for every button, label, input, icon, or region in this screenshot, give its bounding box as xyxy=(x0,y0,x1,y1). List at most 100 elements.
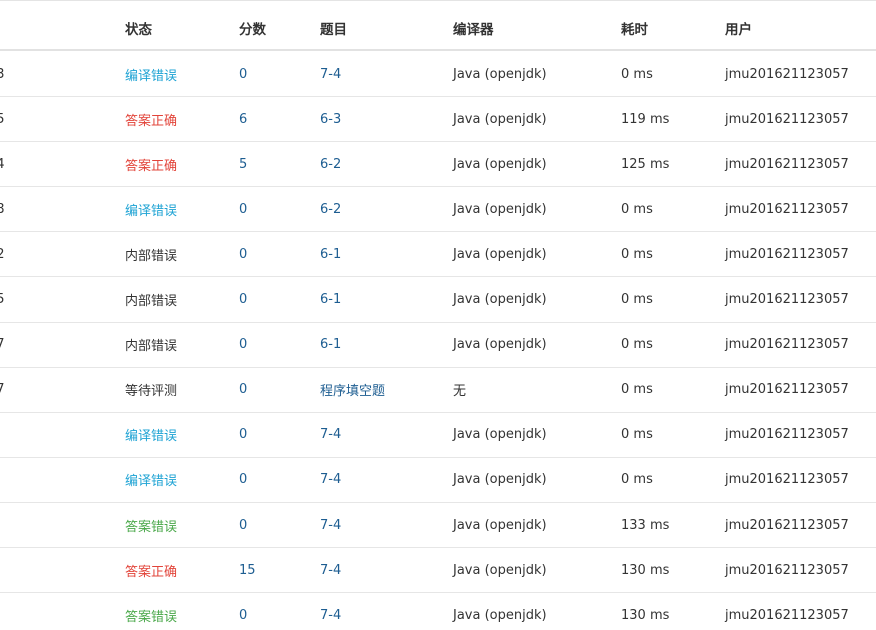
table-row[interactable]: 27 内部错误 0 6-1 Java (openjdk) 0 ms jmu201621123… xyxy=(0,323,876,368)
compiler-value: Java (openjdk) xyxy=(453,156,547,172)
problem-link[interactable]: 7-4 xyxy=(320,52,341,96)
time-value: 0 ms xyxy=(621,337,653,353)
compiler-value: Java (openjdk) xyxy=(453,111,547,127)
user-value: jmu201621123057 xyxy=(725,156,849,172)
table-row[interactable]: 24 答案正确 5 6-2 Java (openjdk) 125 ms jmu2016211… xyxy=(0,142,876,188)
compiler-value: Java (openjdk) xyxy=(453,337,547,353)
status-label[interactable]: 内部错误 xyxy=(125,232,177,276)
user-value: jmu201621123057 xyxy=(725,562,849,578)
score-value: 6 xyxy=(239,111,248,127)
compiler-value: Java (openjdk) xyxy=(453,292,547,308)
time-value: 0 ms xyxy=(621,292,653,308)
compiler-value: Java (openjdk) xyxy=(453,607,547,623)
table-row[interactable]: 25 内部错误 0 6-1 Java (openjdk) 0 ms jmu201621123… xyxy=(0,278,876,323)
problem-link[interactable]: 6-1 xyxy=(320,323,341,367)
problem-link[interactable]: 6-2 xyxy=(320,187,341,231)
compiler-value: Java (openjdk) xyxy=(453,472,547,488)
score-value: 0 xyxy=(239,517,248,533)
compiler-value: Java (openjdk) xyxy=(453,517,547,533)
compiler-value: Java (openjdk) xyxy=(453,562,547,578)
score-value: 15 xyxy=(239,562,256,578)
time-value: 0 ms xyxy=(621,382,653,398)
table-row[interactable]: 33 编译错误 0 7-4 Java (openjdk) 0 ms jmu201621123… xyxy=(0,52,876,98)
compiler-value: Java (openjdk) xyxy=(453,246,547,262)
header-status: 状态 xyxy=(125,22,152,38)
submission-id[interactable]: 24 xyxy=(0,142,5,186)
status-label[interactable]: 答案正确 xyxy=(125,142,177,186)
status-label[interactable]: 内部错误 xyxy=(125,278,177,322)
problem-link[interactable]: 7-4 xyxy=(320,548,341,592)
time-value: 119 ms xyxy=(621,111,670,127)
time-value: 0 ms xyxy=(621,246,653,262)
submission-id[interactable]: 25 xyxy=(0,278,5,322)
user-value: jmu201621123057 xyxy=(725,292,849,308)
table-row[interactable]: 37 等待评测 0 程序填空题 无 0 ms jmu201621123057 xyxy=(0,368,876,413)
status-label[interactable]: 编译错误 xyxy=(125,187,177,231)
compiler-value: 无 xyxy=(453,384,467,400)
user-value: jmu201621123057 xyxy=(725,246,849,262)
status-label[interactable]: 编译错误 xyxy=(125,413,177,457)
header-time: 耗时 xyxy=(621,22,648,38)
table-row[interactable]: 38 编译错误 0 6-2 Java (openjdk) 0 ms jmu201621123… xyxy=(0,187,876,233)
submission-id[interactable]: 38 xyxy=(0,187,5,231)
problem-link[interactable]: 7-4 xyxy=(320,413,341,457)
user-value: jmu201621123057 xyxy=(725,517,849,533)
table-row[interactable]: 42 内部错误 0 6-1 Java (openjdk) 0 ms jmu201621123… xyxy=(0,232,876,278)
problem-link[interactable]: 7-4 xyxy=(320,458,341,502)
table-row[interactable]: 35 答案正确 6 6-3 Java (openjdk) 119 ms jmu2016211… xyxy=(0,97,876,143)
status-label[interactable]: 答案错误 xyxy=(125,593,177,630)
time-value: 133 ms xyxy=(621,517,670,533)
user-value: jmu201621123057 xyxy=(725,66,849,82)
time-value: 130 ms xyxy=(621,562,670,578)
status-label[interactable]: 内部错误 xyxy=(125,323,177,367)
user-value: jmu201621123057 xyxy=(725,607,849,623)
table-row[interactable]: 答案正确 15 7-4 Java (openjdk) 130 ms jmu20162112… xyxy=(0,548,876,594)
table-row[interactable]: 9编译错误07-4Java (openjdk)0 msjmu2016211230… xyxy=(0,413,876,458)
time-value: 0 ms xyxy=(621,201,653,217)
submission-id[interactable]: 33 xyxy=(0,52,5,96)
status-label[interactable]: 答案正确 xyxy=(125,548,177,592)
table-row[interactable]: 7编译错误07-4Java (openjdk)0 msjmu2016211230… xyxy=(0,458,876,503)
problem-link[interactable]: 程序填空题 xyxy=(320,368,385,412)
status-label[interactable]: 等待评测 xyxy=(125,368,177,412)
compiler-value: Java (openjdk) xyxy=(453,427,547,443)
problem-link[interactable]: 6-1 xyxy=(320,232,341,276)
problem-link[interactable]: 7-4 xyxy=(320,503,341,547)
submission-id[interactable]: 27 xyxy=(0,323,5,367)
problem-link[interactable]: 6-3 xyxy=(320,97,341,141)
header-score: 分数 xyxy=(239,22,266,38)
user-value: jmu201621123057 xyxy=(725,111,849,127)
time-value: 125 ms xyxy=(621,156,670,172)
problem-link[interactable]: 7-4 xyxy=(320,593,341,630)
compiler-value: Java (openjdk) xyxy=(453,66,547,82)
time-value: 0 ms xyxy=(621,472,653,488)
table-row[interactable]: 答案错误 0 7-4 Java (openjdk) 130 ms jmu201621123… xyxy=(0,593,876,630)
user-value: jmu201621123057 xyxy=(725,337,849,353)
submissions-page: 状态 分数 题目 编译器 耗时 用户 33 编译错误 0 7-4 Java (openj… xyxy=(0,0,876,630)
user-value: jmu201621123057 xyxy=(725,427,849,443)
header-problem: 题目 xyxy=(320,22,347,38)
user-value: jmu201621123057 xyxy=(725,472,849,488)
submission-id[interactable]: 35 xyxy=(0,97,5,141)
score-value: 0 xyxy=(239,292,248,308)
score-value: 0 xyxy=(239,607,248,623)
status-label[interactable]: 编译错误 xyxy=(125,52,177,96)
score-value: 0 xyxy=(239,201,248,217)
status-label[interactable]: 答案错误 xyxy=(125,503,177,547)
table-row[interactable]: 5答案错误07-4Java (openjdk)133 msjmu20162112… xyxy=(0,503,876,549)
submission-id[interactable]: 42 xyxy=(0,232,5,276)
header-compiler: 编译器 xyxy=(453,22,494,38)
submission-id[interactable]: 37 xyxy=(0,368,5,412)
problem-link[interactable]: 6-1 xyxy=(320,278,341,322)
score-value: 0 xyxy=(239,66,248,82)
status-label[interactable]: 编译错误 xyxy=(125,458,177,502)
header-user: 用户 xyxy=(725,22,752,38)
time-value: 0 ms xyxy=(621,66,653,82)
score-value: 0 xyxy=(239,472,248,488)
score-value: 0 xyxy=(239,246,248,262)
problem-link[interactable]: 6-2 xyxy=(320,142,341,186)
status-label[interactable]: 答案正确 xyxy=(125,97,177,141)
table-header: 状态 分数 题目 编译器 耗时 用户 xyxy=(0,1,876,51)
user-value: jmu201621123057 xyxy=(725,382,849,398)
score-value: 0 xyxy=(239,337,248,353)
